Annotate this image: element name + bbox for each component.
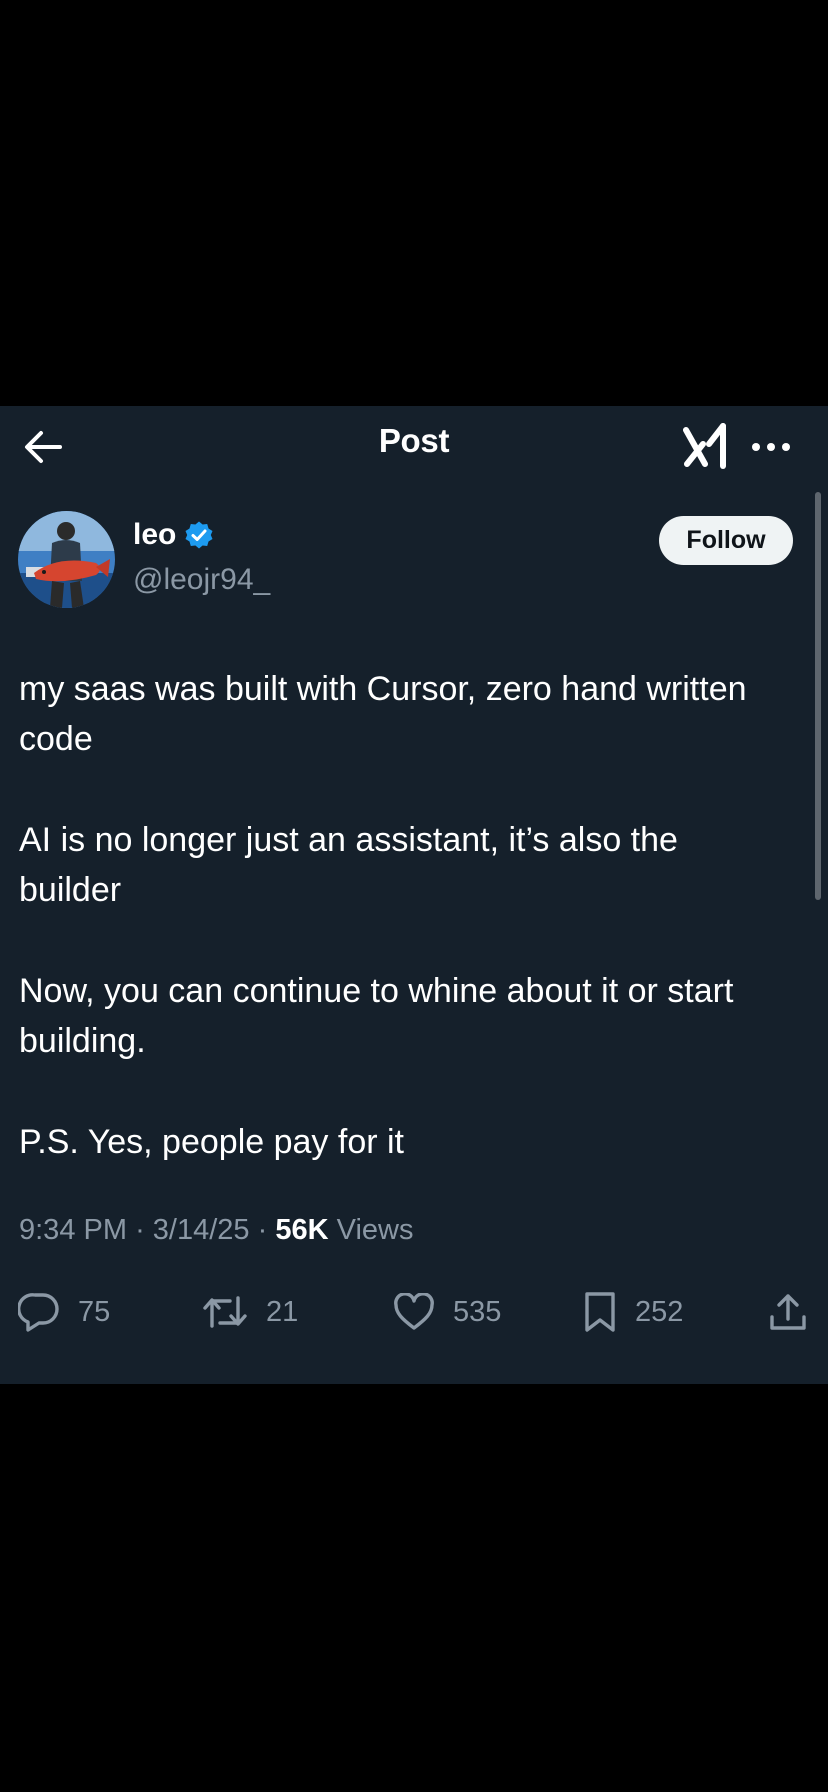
reply-count: 75 [78,1295,111,1328]
share-button[interactable] [768,1282,808,1342]
author-display-name: leo [133,518,177,551]
top-bar: Post [0,406,828,476]
reply-button[interactable]: 75 [18,1282,110,1342]
bookmark-button[interactable]: 252 [583,1282,683,1342]
more-options-button[interactable] [744,426,798,470]
scrollbar[interactable] [815,492,821,900]
meta-separator: · [257,1214,268,1246]
post-paragraph: AI is no longer just an assistant, it’s … [19,821,678,909]
views-label: Views [336,1214,414,1246]
author-handle[interactable]: @leojr94_ [133,563,270,597]
grok-button[interactable] [679,418,733,478]
heart-icon [393,1293,435,1331]
post-paragraph: P.S. Yes, people pay for it [19,1123,404,1161]
post-meta: 9:34 PM · 3/14/25 · 56K Views [19,1214,413,1247]
repost-button[interactable]: 21 [202,1282,298,1342]
verified-badge-icon [184,520,214,550]
meta-separator: · [135,1214,145,1246]
reply-icon [18,1292,60,1332]
post-time[interactable]: 9:34 PM [19,1214,127,1246]
grok-logo-icon [683,420,729,477]
follow-button[interactable]: Follow [659,516,793,565]
post-date[interactable]: 3/14/25 [153,1214,250,1246]
repost-count: 21 [266,1295,299,1328]
post-text: my saas was built with Cursor, zero hand… [19,664,779,1218]
more-horizontal-icon [751,439,791,457]
post-paragraph: my saas was built with Cursor, zero hand… [19,670,747,758]
avatar-photo [18,511,115,608]
bookmark-count: 252 [635,1295,684,1328]
bookmark-icon [583,1291,617,1333]
post-panel: Post leo @leojr94_ Follow my saas was bu… [0,406,828,1384]
like-count: 535 [453,1295,502,1328]
author-name[interactable]: leo [133,518,214,552]
action-bar: 75 21 535 252 [0,1282,828,1342]
share-icon [768,1292,808,1332]
repost-icon [202,1292,248,1332]
like-button[interactable]: 535 [393,1282,501,1342]
views-count: 56K [275,1214,329,1246]
post-paragraph: Now, you can continue to whine about it … [19,972,734,1060]
avatar[interactable] [18,511,115,608]
